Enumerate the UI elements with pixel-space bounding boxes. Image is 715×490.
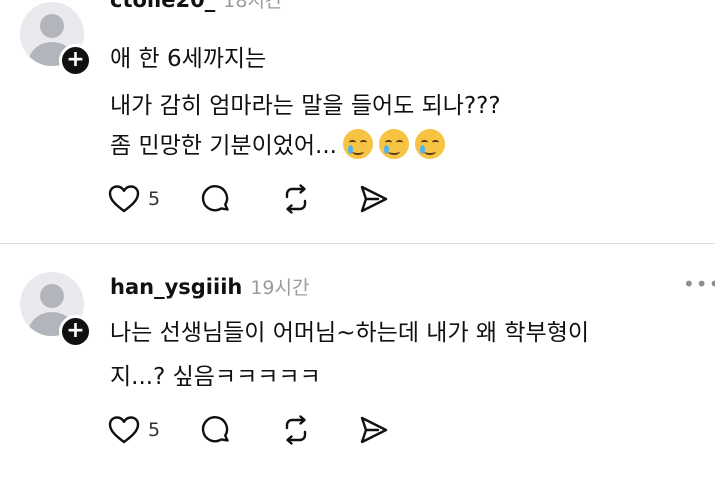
send-icon	[360, 416, 388, 444]
avatar-head	[40, 14, 64, 38]
avatar-head	[40, 284, 64, 308]
like-count: 5	[148, 188, 161, 210]
crying-face-emoji	[343, 129, 373, 159]
comment-button[interactable]	[200, 183, 280, 215]
heart-icon	[108, 416, 140, 444]
reply-post: + ctolle20_ 18시간 애 한 6세까지는 내가 감히 엄마라는 말을…	[0, 0, 715, 242]
like-button[interactable]: 5	[108, 415, 200, 445]
like-count: 5	[148, 419, 161, 441]
comment-bubble-icon	[201, 185, 229, 212]
follow-plus-icon[interactable]: +	[59, 315, 92, 348]
comment-button[interactable]	[200, 414, 280, 446]
action-bar: 5	[108, 183, 390, 215]
action-bar: 5	[108, 414, 390, 446]
share-button[interactable]	[358, 414, 390, 446]
repost-icon	[285, 184, 307, 214]
comment-bubble-icon	[201, 416, 229, 443]
reply-post: + han_ysgiiih 19시간 ••• 나는 선생님들이 어머님~하는데 …	[0, 245, 715, 490]
post-text: 좀 민망한 기분이었어...	[110, 133, 337, 159]
follow-plus-icon[interactable]: +	[59, 44, 92, 77]
like-button[interactable]: 5	[108, 184, 200, 214]
post-text-line: 지...? 싶음ㅋㅋㅋㅋㅋ	[110, 364, 321, 390]
username[interactable]: han_ysgiiih	[110, 275, 242, 299]
post-text-line-with-emoji: 좀 민망한 기분이었어...	[110, 126, 445, 160]
post-text-line: 내가 감히 엄마라는 말을 들어도 되나???	[110, 93, 501, 119]
post-header: ctolle20_ 18시간	[110, 0, 282, 13]
send-icon	[360, 185, 388, 213]
repost-icon	[285, 415, 307, 445]
timestamp: 18시간	[223, 0, 283, 12]
username[interactable]: ctolle20_	[110, 0, 215, 12]
more-options-icon[interactable]: •••	[683, 274, 715, 294]
share-button[interactable]	[358, 183, 390, 215]
threads-comment-feed: + ctolle20_ 18시간 애 한 6세까지는 내가 감히 엄마라는 말을…	[0, 0, 715, 490]
repost-button[interactable]	[280, 183, 358, 215]
post-divider	[0, 243, 715, 244]
post-header: han_ysgiiih 19시간	[110, 273, 309, 300]
heart-icon	[108, 185, 140, 213]
repost-button[interactable]	[280, 414, 358, 446]
post-text-line: 나는 선생님들이 어머님~하는데 내가 왜 학부형이	[110, 320, 590, 346]
crying-face-emoji	[415, 129, 445, 159]
crying-face-emoji	[379, 129, 409, 159]
timestamp: 19시간	[250, 277, 310, 299]
post-text-line: 애 한 6세까지는	[110, 46, 267, 72]
